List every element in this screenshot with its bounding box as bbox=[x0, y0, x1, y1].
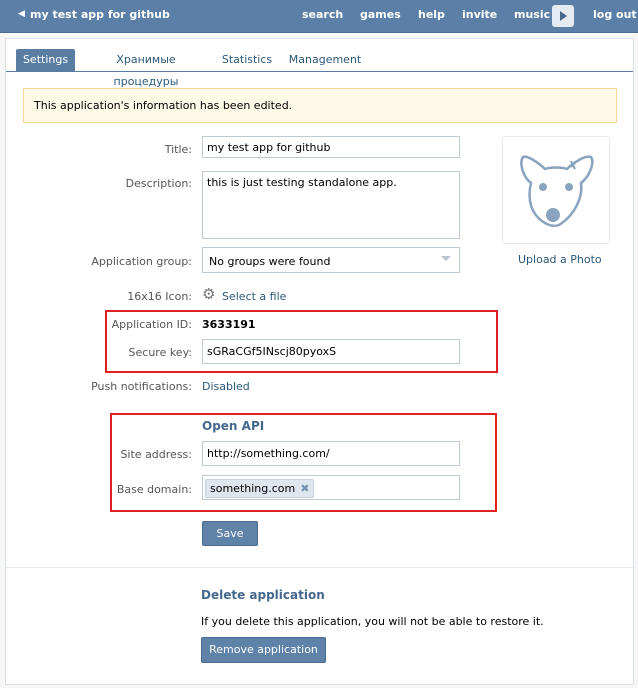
app-title-link[interactable]: my test app for github bbox=[30, 8, 170, 21]
nav-search[interactable]: search bbox=[302, 8, 343, 21]
description-textarea[interactable]: this is just testing standalone app. bbox=[202, 171, 460, 239]
delete-app-title: Delete application bbox=[201, 588, 325, 602]
app-id-value: 3633191 bbox=[202, 318, 256, 331]
base-domain-label: Base domain: bbox=[116, 483, 192, 496]
site-address-input[interactable] bbox=[202, 441, 460, 466]
select-file-link[interactable]: Select a file bbox=[222, 290, 286, 303]
nav-games[interactable]: games bbox=[360, 8, 401, 21]
nav-help[interactable]: help bbox=[418, 8, 445, 21]
push-label: Push notifications: bbox=[91, 380, 192, 393]
remove-application-button[interactable]: Remove application bbox=[201, 637, 326, 663]
chevron-left-icon[interactable]: ◀ bbox=[18, 9, 25, 19]
notice-text: This application's information has been … bbox=[34, 99, 293, 112]
gear-icon: ⚙ bbox=[202, 285, 216, 303]
tab-bar: Settings Хранимые процедуры Statistics M… bbox=[6, 39, 633, 88]
dog-icon bbox=[520, 155, 594, 228]
play-icon bbox=[560, 11, 567, 21]
logout-link[interactable]: log out bbox=[593, 8, 637, 21]
app-avatar[interactable] bbox=[502, 136, 610, 244]
description-label: Description: bbox=[125, 177, 192, 190]
base-domain-field[interactable]: something.com ✖ bbox=[202, 475, 460, 500]
app-group-value: No groups were found bbox=[209, 255, 331, 268]
secure-key-label: Secure key: bbox=[128, 346, 192, 359]
app-group-label: Application group: bbox=[91, 255, 192, 268]
tab-management[interactable]: Management bbox=[286, 49, 364, 71]
app-id-label: Application ID: bbox=[111, 318, 192, 331]
nav-music[interactable]: music bbox=[514, 8, 550, 21]
app-group-select[interactable]: No groups were found bbox=[202, 247, 460, 273]
delete-app-text: If you delete this application, you will… bbox=[201, 615, 544, 628]
edited-notice: This application's information has been … bbox=[23, 88, 617, 123]
main-panel: Settings Хранимые процедуры Statistics M… bbox=[5, 38, 634, 685]
site-address-label: Site address: bbox=[120, 448, 192, 461]
secure-key-input[interactable] bbox=[202, 339, 460, 364]
title-label: Title: bbox=[164, 143, 192, 156]
upload-photo-link[interactable]: Upload a Photo bbox=[518, 253, 602, 266]
push-disabled-link[interactable]: Disabled bbox=[202, 380, 250, 393]
domain-tag: something.com ✖ bbox=[205, 479, 315, 498]
title-input[interactable] bbox=[202, 136, 460, 158]
save-button[interactable]: Save bbox=[202, 521, 258, 546]
open-api-title: Open API bbox=[202, 419, 265, 433]
top-bar: ◀ my test app for github search games he… bbox=[0, 0, 638, 33]
tab-settings[interactable]: Settings bbox=[16, 49, 75, 71]
section-divider bbox=[6, 567, 633, 568]
chevron-down-icon bbox=[441, 256, 451, 261]
domain-tag-label: something.com bbox=[210, 482, 296, 495]
music-play-button[interactable] bbox=[552, 5, 574, 27]
nav-invite[interactable]: invite bbox=[462, 8, 497, 21]
tab-stored-procedures[interactable]: Хранимые процедуры bbox=[84, 49, 208, 88]
tab-statistics[interactable]: Statistics bbox=[218, 49, 276, 71]
icon-label: 16x16 Icon: bbox=[127, 290, 192, 303]
remove-icon[interactable]: ✖ bbox=[300, 482, 309, 495]
